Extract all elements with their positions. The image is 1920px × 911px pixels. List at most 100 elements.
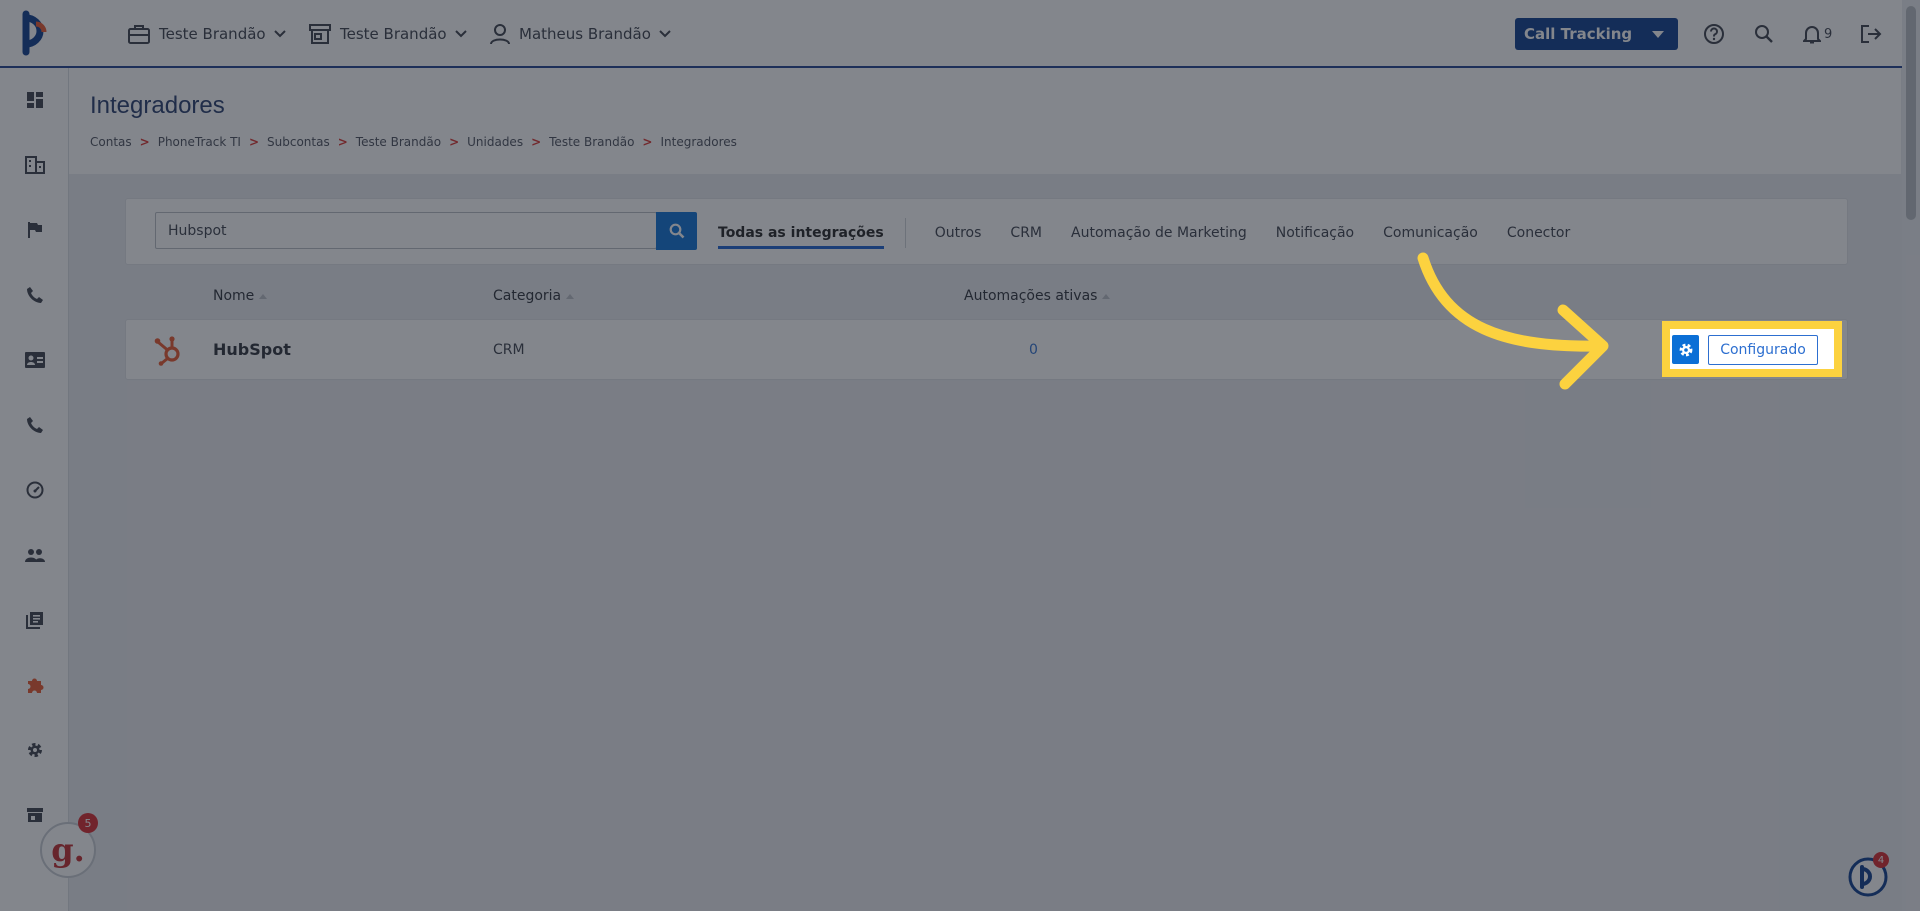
speedometer-icon: [26, 481, 44, 499]
puzzle-icon: [28, 678, 44, 693]
sidebar-item-users[interactable]: [22, 542, 48, 568]
active-automations-count[interactable]: 0: [1029, 320, 1038, 379]
logout-button[interactable]: [1860, 20, 1882, 48]
search-icon: [1755, 25, 1773, 43]
sidebar-item-speed[interactable]: [22, 477, 48, 503]
gear-icon: [28, 743, 42, 757]
breadcrumb-separator: >: [642, 135, 653, 149]
help-button[interactable]: [1703, 20, 1725, 48]
breadcrumb-separator: >: [139, 135, 150, 149]
notifications-count: 9: [1824, 26, 1833, 42]
sidebar-item-contacts[interactable]: [22, 347, 48, 373]
sidebar-item-dashboard[interactable]: [22, 87, 48, 113]
scrollbar[interactable]: [1902, 0, 1920, 911]
sort-up-icon: [1102, 293, 1111, 299]
sort-up-icon: [259, 293, 268, 299]
product-switch-dropdown[interactable]: Call Tracking: [1515, 18, 1678, 50]
breadcrumb-item[interactable]: Teste Brandão: [549, 135, 634, 149]
breadcrumb-separator: >: [531, 135, 542, 149]
breadcrumb-item-current: Integradores: [660, 135, 737, 149]
phonetrack-widget-badge: 4: [1873, 852, 1889, 868]
column-header-active-automations[interactable]: Automações ativas: [964, 288, 1111, 304]
main-content: Integradores Contas > PhoneTrack TI > Su…: [69, 68, 1901, 911]
hubspot-logo: [154, 320, 184, 379]
account-selector-label: Teste Brandão: [159, 25, 266, 43]
sidebar-item-settings[interactable]: [22, 737, 48, 763]
gear-icon: [1679, 343, 1692, 356]
sidebar-item-phone-numbers[interactable]: [22, 412, 48, 438]
tab-communication[interactable]: Comunicação: [1383, 219, 1478, 247]
notifications-button[interactable]: 9: [1803, 20, 1832, 48]
store-icon: [309, 24, 331, 44]
page-header: Integradores Contas > PhoneTrack TI > Su…: [69, 68, 1901, 174]
g-widget-badge: 5: [78, 813, 98, 833]
logout-icon: [1861, 25, 1882, 43]
breadcrumb-separator: >: [449, 135, 460, 149]
tutorial-arrow-icon: [1417, 252, 1609, 390]
tab-all-integrations[interactable]: Todas as integrações: [718, 219, 884, 249]
scrollbar-thumb[interactable]: [1906, 6, 1916, 220]
user-icon: [490, 24, 510, 45]
store-icon: [27, 808, 43, 822]
dashboard-icon: [27, 92, 43, 108]
sidebar-item-calls[interactable]: [22, 282, 48, 308]
caret-down-icon: [1652, 30, 1664, 38]
tab-notification[interactable]: Notificação: [1276, 219, 1354, 247]
sidebar-item-integrations[interactable]: [22, 672, 48, 698]
top-bar: Teste Brandão Teste Brandão Matheus Bran…: [0, 0, 1920, 68]
breadcrumb: Contas > PhoneTrack TI > Subcontas > Tes…: [90, 135, 737, 149]
tab-divider: [904, 217, 906, 248]
sort-up-icon: [566, 293, 575, 299]
breadcrumb-item[interactable]: Subcontas: [267, 135, 330, 149]
briefcase-icon: [128, 25, 150, 44]
phonetrack-logo[interactable]: [20, 10, 60, 56]
user-selector[interactable]: Matheus Brandão: [489, 0, 671, 68]
integration-settings-button[interactable]: [1672, 335, 1699, 364]
hubspot-icon: [154, 335, 180, 366]
column-header-name[interactable]: Nome: [213, 288, 268, 304]
sidebar-item-campaigns[interactable]: [22, 217, 48, 243]
chevron-down-icon: [273, 30, 286, 38]
sidebar-item-accounts[interactable]: [22, 152, 48, 178]
phone-icon: [27, 417, 43, 433]
unit-selector-label: Teste Brandão: [340, 25, 447, 43]
tab-crm[interactable]: CRM: [1010, 219, 1042, 247]
breadcrumb-item[interactable]: Unidades: [467, 135, 523, 149]
unit-selector[interactable]: Teste Brandão: [308, 0, 467, 68]
bell-icon: [1803, 26, 1821, 44]
configured-button[interactable]: Configurado: [1708, 335, 1818, 365]
sidebar: [0, 68, 69, 911]
search-submit-button[interactable]: [656, 212, 697, 250]
building-icon: [25, 156, 45, 174]
sidebar-item-reports[interactable]: [22, 607, 48, 633]
integration-search-input[interactable]: [155, 212, 657, 249]
breadcrumb-item[interactable]: Teste Brandão: [356, 135, 441, 149]
help-icon: [1704, 24, 1724, 44]
library-icon: [26, 612, 43, 629]
breadcrumb-separator: >: [248, 135, 260, 149]
column-header-label: Nome: [213, 288, 255, 304]
tab-marketing-automation[interactable]: Automação de Marketing: [1071, 219, 1247, 247]
chevron-down-icon: [454, 30, 467, 38]
integration-category: CRM: [493, 341, 525, 358]
sidebar-item-store[interactable]: [22, 802, 48, 828]
column-header-label: Automações ativas: [964, 288, 1098, 304]
g-letter-icon: g.: [51, 831, 85, 869]
breadcrumb-separator: >: [337, 135, 348, 149]
breadcrumb-item[interactable]: PhoneTrack TI: [158, 135, 241, 149]
column-header-label: Categoria: [493, 288, 562, 304]
column-header-category[interactable]: Categoria: [493, 288, 575, 304]
tab-connector[interactable]: Conector: [1507, 219, 1570, 247]
product-switch-label: Call Tracking: [1524, 25, 1633, 43]
phone-icon: [27, 287, 43, 303]
search-button[interactable]: [1754, 20, 1774, 48]
users-icon: [25, 549, 45, 562]
breadcrumb-item[interactable]: Contas: [90, 135, 132, 149]
contact-card-icon: [25, 352, 45, 368]
user-selector-label: Matheus Brandão: [519, 25, 651, 43]
integration-name: HubSpot: [213, 340, 291, 359]
account-selector[interactable]: Teste Brandão: [127, 0, 286, 68]
highlighted-actions: Configurado: [1662, 321, 1842, 377]
tab-others[interactable]: Outros: [935, 219, 982, 247]
page-title: Integradores: [90, 92, 225, 119]
